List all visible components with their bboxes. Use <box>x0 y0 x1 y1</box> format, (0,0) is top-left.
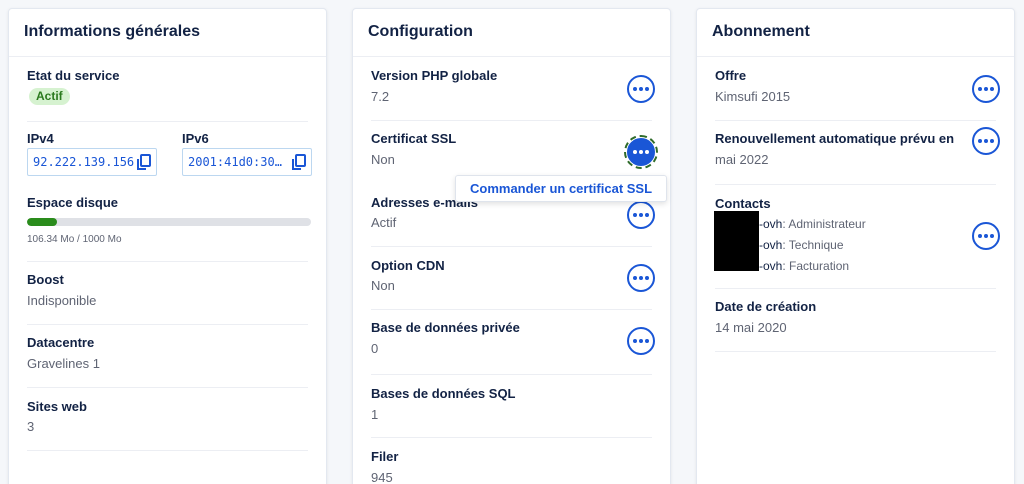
contact-billing-role: : Facturation <box>782 259 850 273</box>
disk-usage-fill <box>27 218 58 226</box>
divider <box>27 261 308 262</box>
divider <box>371 374 652 375</box>
divider <box>715 288 996 289</box>
contacts-actions-button[interactable] <box>972 222 1000 250</box>
contact-tech: -ovh: Technique <box>759 238 844 252</box>
datacenter-label: Datacentre <box>27 335 95 350</box>
service-status-label: Etat du service <box>27 68 120 83</box>
filer-label: Filer <box>371 449 399 464</box>
ipv4-field: 92.222.139.156 <box>27 148 157 176</box>
offer-label: Offre <box>715 68 747 83</box>
divider <box>371 120 652 121</box>
copy-ipv4-icon[interactable] <box>136 154 152 171</box>
service-status-badge: Actif <box>29 88 70 105</box>
email-actions-button[interactable] <box>627 201 655 229</box>
configuration-title: Configuration <box>353 9 670 57</box>
disk-usage-bar <box>27 218 311 226</box>
subscription-card: Abonnement Offre Kimsufi 2015 Renouvelle… <box>696 8 1015 484</box>
php-version-label: Version PHP globale <box>371 68 498 83</box>
divider <box>27 121 308 122</box>
contact-tech-suffix: -ovh <box>759 238 783 252</box>
divider <box>27 324 308 325</box>
php-actions-button[interactable] <box>627 75 655 103</box>
ssl-certificate-label: Certificat SSL <box>371 131 457 146</box>
auto-renew-label: Renouvellement automatique prévu en <box>715 131 955 146</box>
ssl-actions-button[interactable] <box>624 135 658 169</box>
email-addresses-value: Actif <box>371 215 397 230</box>
disk-space-label: Espace disque <box>27 195 119 210</box>
creation-date-label: Date de création <box>715 299 817 314</box>
divider <box>371 437 652 438</box>
offer-value: Kimsufi 2015 <box>715 89 791 104</box>
copy-ipv6-icon[interactable] <box>291 154 307 171</box>
divider <box>27 387 308 388</box>
auto-renew-value: mai 2022 <box>715 152 769 167</box>
contacts-label: Contacts <box>715 196 771 211</box>
divider <box>371 309 652 310</box>
contact-admin-role: : Administrateur <box>782 217 866 231</box>
disk-usage-text: 106.34 Mo / 1000 Mo <box>27 234 122 245</box>
sql-db-label: Bases de données SQL <box>371 386 516 401</box>
contact-tech-role: : Technique <box>782 238 844 252</box>
offer-actions-button[interactable] <box>972 75 1000 103</box>
ipv4-label: IPv4 <box>27 131 54 146</box>
ssl-certificate-value: Non <box>371 152 395 167</box>
datacenter-value: Gravelines 1 <box>27 356 100 371</box>
divider <box>371 246 652 247</box>
private-db-actions-button[interactable] <box>627 327 655 355</box>
divider <box>27 450 308 451</box>
ipv6-label: IPv6 <box>182 131 209 146</box>
auto-renew-actions-button[interactable] <box>972 127 1000 155</box>
cdn-option-label: Option CDN <box>371 258 445 273</box>
order-ssl-tooltip[interactable]: Commander un certificat SSL <box>455 175 668 202</box>
cdn-actions-button[interactable] <box>627 264 655 292</box>
websites-value: 3 <box>27 419 35 434</box>
contact-admin: -ovh: Administrateur <box>759 217 866 231</box>
divider <box>715 351 996 352</box>
private-db-label: Base de données privée <box>371 320 520 335</box>
private-db-value: 0 <box>371 341 379 356</box>
websites-label: Sites web <box>27 399 87 414</box>
boost-label: Boost <box>27 272 64 287</box>
divider <box>715 184 996 185</box>
cdn-option-value: Non <box>371 278 395 293</box>
divider <box>715 120 996 121</box>
ipv6-value: 2001:41d0:30… <box>188 155 282 169</box>
ipv4-value: 92.222.139.156 <box>33 155 135 169</box>
contact-billing: -ovh: Facturation <box>759 259 849 273</box>
redacted-contact-block <box>714 211 759 271</box>
contact-admin-suffix: -ovh <box>759 217 783 231</box>
contact-billing-suffix: -ovh <box>759 259 783 273</box>
php-version-value: 7.2 <box>371 89 390 104</box>
general-info-title: Informations générales <box>9 9 326 57</box>
sql-db-value: 1 <box>371 407 379 422</box>
filer-value: 945 <box>371 470 393 484</box>
boost-value: Indisponible <box>27 293 97 308</box>
subscription-title: Abonnement <box>697 9 1014 57</box>
creation-date-value: 14 mai 2020 <box>715 320 787 335</box>
ipv6-field: 2001:41d0:30… <box>182 148 312 176</box>
configuration-card: Configuration Version PHP globale 7.2 Ce… <box>352 8 671 484</box>
general-info-card: Informations générales Etat du service A… <box>8 8 327 484</box>
